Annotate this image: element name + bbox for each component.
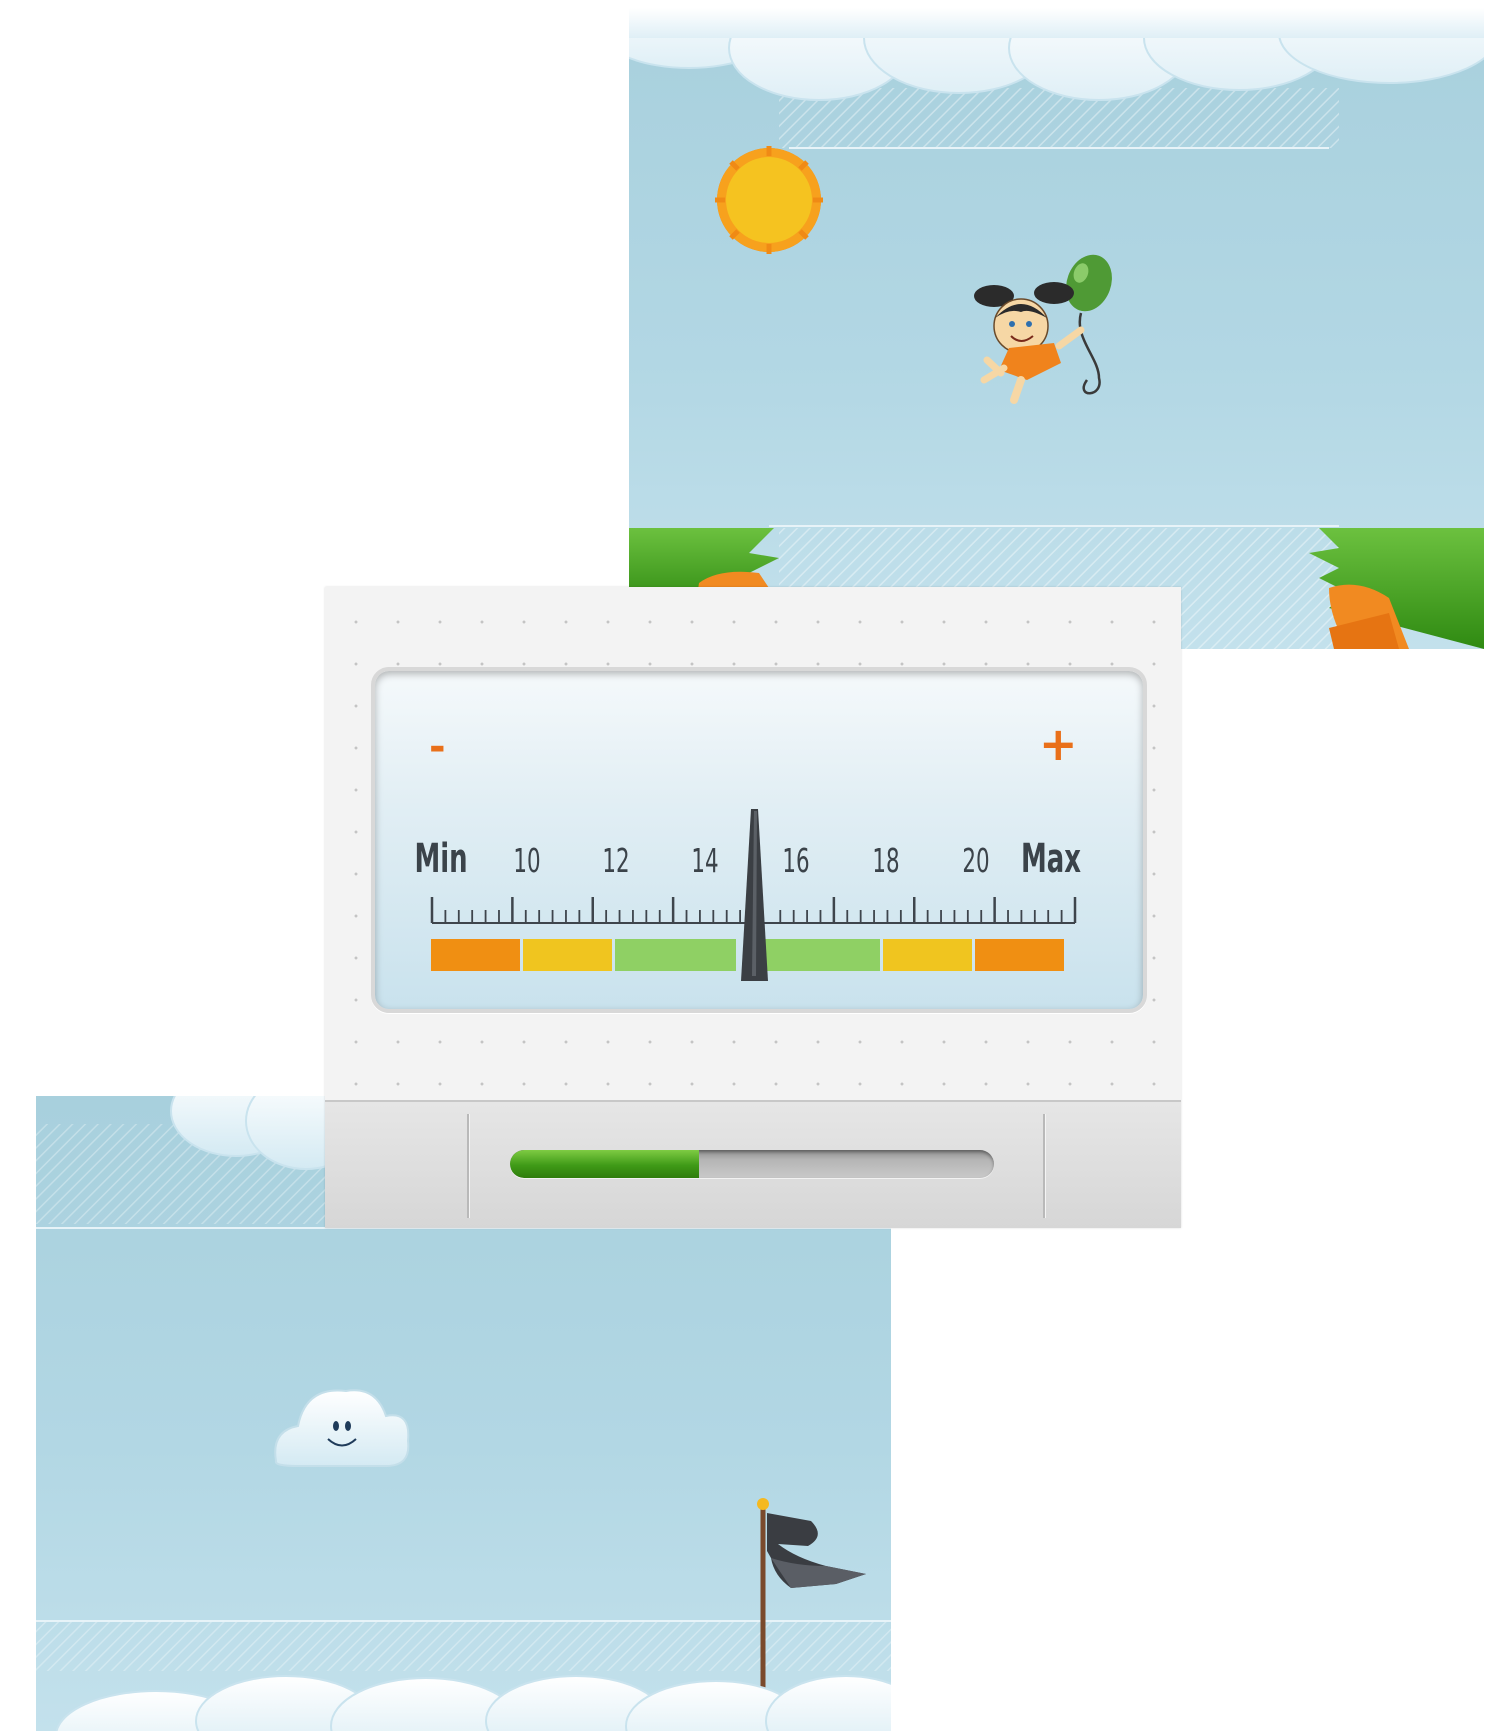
hatch-band-top: [779, 88, 1339, 148]
top-game-scene: [629, 8, 1484, 649]
smiling-cloud-icon: [274, 1389, 410, 1467]
control-bar: [325, 1100, 1181, 1228]
control-divider-right: [1043, 1114, 1045, 1218]
gauge-zone-low-danger: [431, 939, 520, 971]
sun-icon: [715, 146, 823, 254]
cloud-bank-bottom: [55, 1675, 891, 1731]
cloud-bank-top: [629, 8, 1484, 101]
progress-fill: [510, 1150, 699, 1178]
girl-with-balloon-icon: [974, 254, 1112, 404]
top-scene-artwork: [629, 8, 1484, 649]
gauge-zone-low-warning: [523, 939, 612, 971]
gauge-panel: - + Min 10 12 14 16 18 20 Max: [325, 587, 1181, 1228]
control-divider-left: [467, 1114, 469, 1218]
progress-bar: [510, 1150, 994, 1178]
gauge-window: - + Min 10 12 14 16 18 20 Max: [371, 667, 1147, 1013]
gauge-zone-high-danger: [975, 939, 1064, 971]
gauge-zone-high-warning: [883, 939, 972, 971]
gauge-zone-ok: [615, 939, 736, 971]
gauge-zone-high-ok: [765, 939, 880, 971]
gauge-scale: [430, 809, 1077, 981]
